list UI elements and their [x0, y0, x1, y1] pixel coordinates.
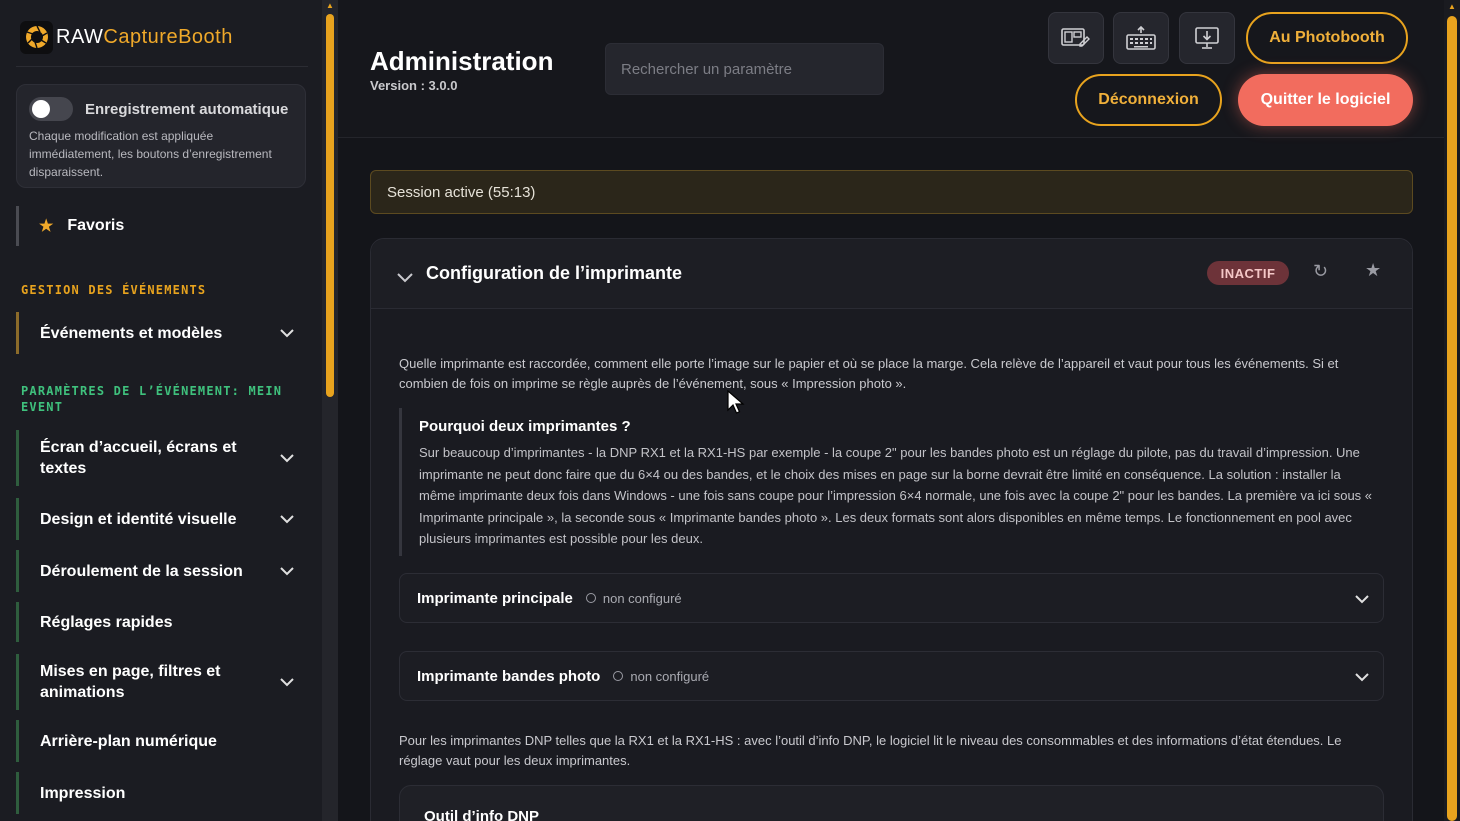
autosave-label: Enregistrement automatique	[85, 101, 289, 118]
autosave-panel: Enregistrement automatique Chaque modifi…	[16, 84, 306, 188]
sidebar: RAWCaptureBooth Enregistrement automatiq…	[0, 0, 322, 821]
printer-status: non configuré	[602, 590, 682, 606]
chevron-down-icon[interactable]	[1353, 590, 1371, 608]
printer-status: non configuré	[630, 668, 710, 684]
autosave-description: Chaque modification est appliquée immédi…	[29, 129, 272, 179]
chevron-down-icon	[280, 454, 294, 463]
toggle-knob	[32, 100, 50, 118]
sidebar-item-label: Favoris	[67, 217, 125, 234]
chevron-down-icon	[280, 329, 294, 338]
printer-name: Imprimante principale	[417, 589, 573, 607]
sidebar-item-label: Impression	[40, 784, 126, 802]
aperture-icon	[20, 20, 53, 54]
sidebar-item-session-flow[interactable]: Déroulement de la session	[16, 550, 306, 592]
sidebar-item-label: Événements et modèles	[40, 324, 223, 342]
main-printer-row[interactable]: Imprimante principale non configuré	[399, 573, 1384, 623]
card-title: Configuration de l’imprimante	[426, 263, 683, 283]
sidebar-item-welcome-screens[interactable]: Écran d’accueil, écrans et textes	[16, 430, 306, 486]
sidebar-scrollbar-thumb[interactable]	[326, 14, 334, 397]
sidebar-item-digital-background[interactable]: Arrière-plan numérique	[16, 720, 306, 762]
dnp-description: Pour les imprimantes DNP telles que la R…	[399, 733, 1342, 768]
divider	[16, 66, 308, 67]
chevron-down-icon	[280, 678, 294, 687]
callout-title: Pourquoi deux imprimantes ?	[419, 418, 631, 435]
header: Administration Version : 3.0.0 Recherche…	[338, 0, 1444, 138]
layout-edit-icon	[1061, 28, 1090, 47]
quit-button[interactable]: Quitter le logiciel	[1238, 74, 1413, 126]
search-input[interactable]	[605, 43, 884, 95]
chevron-down-icon	[280, 567, 294, 576]
sidebar-item-quick-settings[interactable]: Réglages rapides	[16, 602, 306, 642]
chevron-down-icon	[280, 515, 294, 524]
callout-text: Sur beaucoup d’imprimantes - la DNP RX1 …	[419, 445, 1373, 547]
monitor-download-icon	[1195, 27, 1219, 49]
main-scrollbar-thumb[interactable]	[1447, 16, 1457, 821]
layout-edit-button[interactable]	[1048, 12, 1104, 64]
star-icon: ★	[39, 218, 54, 235]
sidebar-item-label: Écran d’accueil, écrans et textes	[40, 439, 237, 477]
version-label: Version : 3.0.0	[370, 78, 458, 93]
sidebar-item-label: Réglages rapides	[40, 613, 173, 631]
sidebar-item-layouts[interactable]: Mises en page, filtres et animations	[16, 654, 306, 710]
status-dot-icon	[613, 671, 624, 681]
logo-text: RAWCaptureBooth	[56, 26, 233, 49]
section-title-events: GESTION DES ÉVÉNEMENTS	[21, 283, 207, 297]
app-logo: RAWCaptureBooth	[20, 20, 233, 54]
logout-button[interactable]: Déconnexion	[1075, 74, 1222, 126]
printer-config-card: Configuration de l’imprimante INACTIF ↻ …	[370, 238, 1413, 821]
logo-raw: RAW	[56, 25, 104, 48]
printer-name: Imprimante bandes photo	[417, 667, 601, 685]
reset-icon[interactable]: ↻	[1313, 261, 1328, 282]
sidebar-item-design[interactable]: Design et identité visuelle	[16, 498, 306, 540]
dnp-title: Outil d’info DNP	[424, 808, 539, 821]
info-callout: Pourquoi deux imprimantes ? Sur beaucoup…	[399, 408, 1384, 556]
sidebar-item-label: Déroulement de la session	[40, 562, 243, 580]
section-title-event-settings: PARAMÈTRES DE L’ÉVÉNEMENT: MEIN EVENT	[21, 384, 283, 414]
keyboard-icon	[1126, 26, 1156, 50]
photobooth-button[interactable]: Au Photobooth	[1246, 12, 1408, 64]
status-dot-icon	[585, 593, 596, 603]
keyboard-button[interactable]	[1113, 12, 1169, 64]
session-banner: Session active (55:13)	[370, 170, 1413, 214]
monitor-download-button[interactable]	[1179, 12, 1235, 64]
mouse-cursor-icon	[727, 390, 745, 414]
scroll-up-arrow-icon[interactable]: ▲	[1447, 3, 1457, 11]
sidebar-item-favorites[interactable]: ★ Favoris	[16, 206, 306, 246]
card-header[interactable]: Configuration de l’imprimante INACTIF ↻ …	[371, 239, 1412, 309]
card-intro-text: Quelle imprimante est raccordée, comment…	[399, 356, 1339, 391]
sidebar-item-label: Design et identité visuelle	[40, 510, 237, 528]
sidebar-item-label: Mises en page, filtres et animations	[40, 663, 221, 701]
chevron-down-icon[interactable]	[395, 267, 415, 287]
scroll-up-arrow-icon[interactable]: ▲	[325, 2, 335, 10]
page-title: Administration	[370, 46, 554, 76]
app-root: RAWCaptureBooth Enregistrement automatiq…	[0, 0, 1460, 821]
chevron-down-icon[interactable]	[1353, 668, 1371, 686]
sidebar-item-events-templates[interactable]: Événements et modèles	[16, 312, 306, 354]
star-icon[interactable]: ★	[1365, 260, 1381, 281]
logo-capturebooth: CaptureBooth	[103, 25, 233, 48]
sidebar-item-label: Arrière-plan numérique	[40, 732, 217, 750]
dnp-tool-panel: Outil d’info DNP	[399, 785, 1384, 821]
autosave-toggle[interactable]	[29, 97, 73, 121]
status-badge: INACTIF	[1207, 261, 1289, 285]
strip-printer-row[interactable]: Imprimante bandes photo non configuré	[399, 651, 1384, 701]
sidebar-item-printing[interactable]: Impression	[16, 772, 306, 814]
